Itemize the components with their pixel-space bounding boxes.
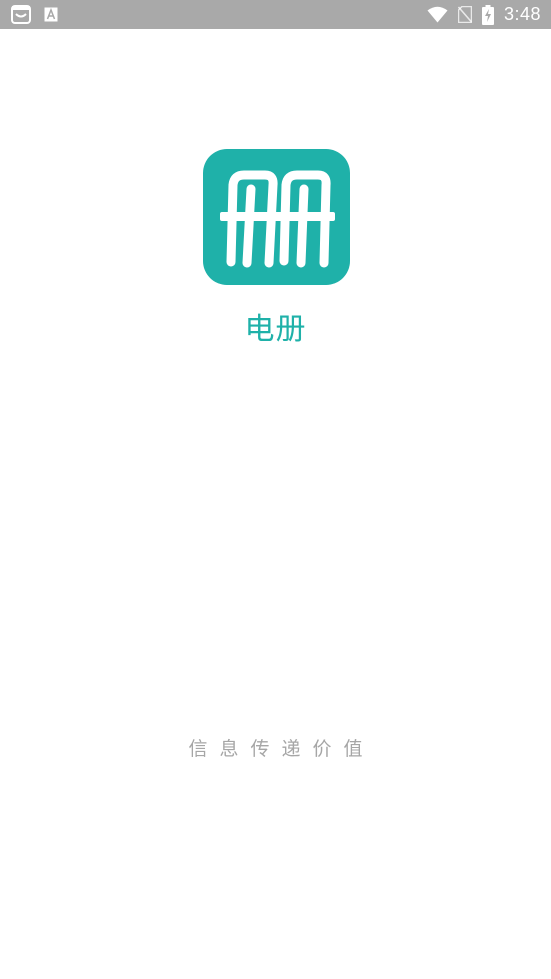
battery-charging-icon bbox=[481, 4, 494, 25]
slogan: 信息传递价值 bbox=[188, 738, 375, 760]
status-system: 3:48 bbox=[427, 0, 541, 29]
status-time: 3:48 bbox=[503, 4, 541, 24]
a-notification-icon bbox=[44, 7, 58, 22]
no-sim-icon bbox=[457, 6, 472, 23]
wifi-icon bbox=[427, 6, 448, 23]
app-logo-icon bbox=[203, 149, 350, 285]
smiley-notification-icon bbox=[11, 5, 31, 24]
status-bar: 3:48 bbox=[0, 0, 551, 29]
status-notifications bbox=[11, 5, 58, 24]
app-name: 电册 bbox=[244, 312, 307, 347]
splash-screen: 3:48 电册 信息传递价值 bbox=[0, 0, 551, 979]
